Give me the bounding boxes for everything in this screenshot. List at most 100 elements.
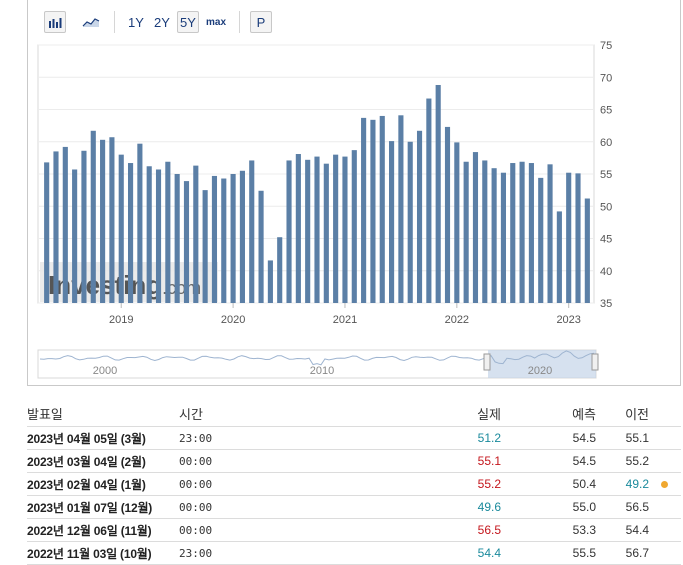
- release-date: 2023년 02월 04일 (1월): [27, 477, 146, 492]
- bar[interactable]: [500, 172, 507, 303]
- header-date[interactable]: 발표일: [27, 404, 179, 423]
- bar[interactable]: [118, 154, 124, 303]
- bar[interactable]: [109, 137, 115, 303]
- bar[interactable]: [155, 169, 162, 303]
- bar[interactable]: [305, 159, 311, 303]
- bar[interactable]: [398, 115, 404, 304]
- bar[interactable]: [258, 190, 264, 303]
- history-table: 발표일 시간 실제 예측 이전 2023년 04월 05일 (3월) 23:00 5…: [27, 400, 681, 565]
- x-tick-label: 2022: [445, 314, 469, 326]
- bar[interactable]: [314, 156, 320, 303]
- bar[interactable]: [202, 190, 208, 303]
- bar[interactable]: [435, 84, 441, 304]
- bar[interactable]: [556, 211, 562, 303]
- y-tick-label: 45: [600, 234, 612, 246]
- x-tick-label: 2020: [221, 314, 245, 326]
- previous-value: 55.1: [625, 431, 649, 445]
- bar[interactable]: [528, 163, 534, 303]
- bar[interactable]: [174, 174, 180, 303]
- bar[interactable]: [584, 198, 590, 303]
- release-time: 00:00: [179, 454, 213, 468]
- previous-value: 49.2: [625, 477, 649, 491]
- navigator-right-handle[interactable]: [591, 353, 599, 371]
- forecast-value: 54.5: [572, 454, 596, 468]
- revision-dot-icon[interactable]: [660, 481, 668, 488]
- bar-chart: Investing.com 354045505560657075 2019202…: [37, 40, 612, 379]
- bar[interactable]: [100, 139, 106, 303]
- bar[interactable]: [267, 260, 273, 303]
- y-tick-label: 35: [600, 298, 612, 310]
- bar[interactable]: [379, 115, 385, 303]
- table-row: 2023년 03월 04일 (2월) 00:00 55.1 54.5 55.2: [27, 449, 681, 472]
- forecast-value: 55.5: [572, 546, 596, 560]
- header-actual[interactable]: 실제: [299, 404, 501, 423]
- bar[interactable]: [482, 160, 488, 303]
- bar[interactable]: [416, 130, 423, 303]
- bar[interactable]: [62, 146, 68, 303]
- bar[interactable]: [351, 150, 357, 303]
- bar[interactable]: [165, 161, 171, 303]
- bar[interactable]: [323, 163, 329, 303]
- bar[interactable]: [547, 164, 553, 303]
- bar[interactable]: [277, 237, 283, 303]
- bar[interactable]: [53, 151, 59, 303]
- navigator-left-handle[interactable]: [483, 353, 491, 371]
- y-tick-label: 50: [600, 201, 612, 213]
- bar[interactable]: [361, 117, 367, 303]
- bar[interactable]: [90, 130, 96, 303]
- previous-value: 56.7: [625, 546, 649, 560]
- bar[interactable]: [193, 165, 199, 303]
- bar[interactable]: [510, 163, 516, 303]
- bar[interactable]: [72, 169, 78, 303]
- bar[interactable]: [146, 166, 152, 303]
- release-date: 2023년 03월 04일 (2월): [27, 454, 146, 469]
- bar[interactable]: [333, 154, 339, 303]
- actual-value: 55.2: [477, 477, 501, 491]
- navigator[interactable]: 2000 2010 2020: [37, 349, 599, 379]
- release-date: 2023년 04월 05일 (3월): [27, 431, 146, 446]
- bar[interactable]: [389, 141, 395, 303]
- header-previous[interactable]: 이전: [596, 404, 649, 423]
- bar[interactable]: [566, 172, 572, 303]
- bar[interactable]: [286, 160, 292, 303]
- bar[interactable]: [575, 173, 581, 303]
- revision-indicator[interactable]: [649, 477, 679, 491]
- navigator-label: 2000: [93, 365, 117, 377]
- bar[interactable]: [44, 162, 50, 303]
- bar[interactable]: [342, 156, 348, 303]
- bar[interactable]: [295, 154, 301, 303]
- bar[interactable]: [211, 175, 218, 303]
- bar[interactable]: [249, 160, 255, 303]
- bar[interactable]: [444, 126, 451, 303]
- bar[interactable]: [463, 161, 469, 303]
- bar[interactable]: [221, 178, 227, 303]
- bar[interactable]: [538, 177, 544, 303]
- release-time: 00:00: [179, 523, 213, 537]
- release-time: 00:00: [179, 477, 213, 491]
- bar[interactable]: [137, 143, 143, 303]
- release-date: 2022년 12월 06일 (11월): [27, 523, 152, 538]
- bar[interactable]: [81, 150, 87, 303]
- previous-value: 54.4: [625, 523, 649, 537]
- bar[interactable]: [519, 161, 525, 303]
- forecast-value: 53.3: [572, 523, 596, 537]
- bar[interactable]: [239, 170, 245, 303]
- bar[interactable]: [472, 152, 479, 303]
- bar[interactable]: [370, 119, 376, 303]
- bar[interactable]: [407, 141, 413, 303]
- bar[interactable]: [426, 98, 432, 303]
- bar[interactable]: [491, 168, 497, 303]
- release-time: 23:00: [179, 431, 213, 445]
- bar[interactable]: [127, 163, 134, 303]
- table-row: 2023년 04월 05일 (3월) 23:00 51.2 54.5 55.1: [27, 426, 681, 449]
- bar[interactable]: [230, 174, 236, 303]
- y-tick-label: 40: [600, 266, 612, 278]
- forecast-value: 54.5: [572, 431, 596, 445]
- actual-value: 51.2: [477, 431, 501, 445]
- bar[interactable]: [183, 181, 190, 303]
- forecast-value: 50.4: [572, 477, 596, 491]
- header-time[interactable]: 시간: [179, 404, 299, 423]
- header-forecast[interactable]: 예측: [501, 404, 596, 423]
- actual-value: 54.4: [477, 546, 501, 560]
- bar[interactable]: [454, 142, 460, 303]
